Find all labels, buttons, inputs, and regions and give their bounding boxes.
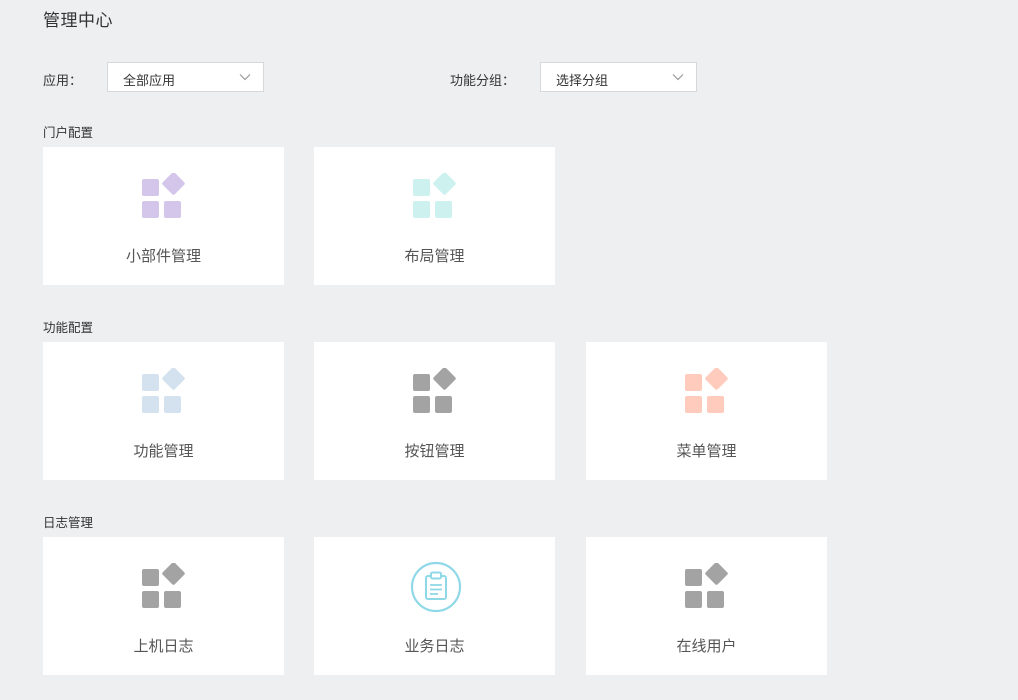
grid-diamond-icon — [142, 368, 185, 413]
card-function-management[interactable]: 功能管理 — [43, 342, 284, 480]
card-menu-management[interactable]: 菜单管理 — [586, 342, 827, 480]
chevron-down-icon — [672, 74, 684, 81]
card-label: 在线用户 — [676, 637, 737, 655]
grid-diamond-icon — [413, 368, 456, 413]
card-label: 布局管理 — [404, 247, 465, 265]
app-select-value: 全部应用 — [123, 74, 176, 89]
app-filter-label: 应用： — [43, 74, 83, 89]
card-label: 功能管理 — [133, 442, 194, 460]
section-title-function: 功能配置 — [43, 320, 94, 335]
section-title-portal: 门户配置 — [43, 125, 94, 140]
group-select-value: 选择分组 — [556, 74, 609, 89]
card-label: 小部件管理 — [125, 247, 201, 265]
card-online-users[interactable]: 在线用户 — [586, 537, 827, 675]
grid-diamond-icon — [142, 173, 185, 218]
grid-diamond-icon — [685, 368, 728, 413]
page-title: 管理中心 — [43, 11, 113, 31]
grid-diamond-icon — [413, 173, 456, 218]
card-business-log[interactable]: 业务日志 — [314, 537, 555, 675]
card-label: 业务日志 — [404, 637, 465, 655]
card-label: 按钮管理 — [404, 442, 465, 460]
group-filter-label: 功能分组： — [450, 74, 516, 89]
card-button-management[interactable]: 按钮管理 — [314, 342, 555, 480]
group-select[interactable]: 选择分组 — [540, 62, 697, 92]
card-label: 上机日志 — [133, 637, 194, 655]
card-widget-management[interactable]: 小部件管理 — [43, 147, 284, 285]
card-login-log[interactable]: 上机日志 — [43, 537, 284, 675]
card-layout-management[interactable]: 布局管理 — [314, 147, 555, 285]
section-title-logs: 日志管理 — [43, 515, 94, 530]
grid-diamond-icon — [142, 563, 185, 608]
clipboard-icon — [410, 561, 462, 613]
app-select[interactable]: 全部应用 — [107, 62, 264, 92]
card-label: 菜单管理 — [676, 442, 737, 460]
chevron-down-icon — [239, 74, 251, 81]
grid-diamond-icon — [685, 563, 728, 608]
